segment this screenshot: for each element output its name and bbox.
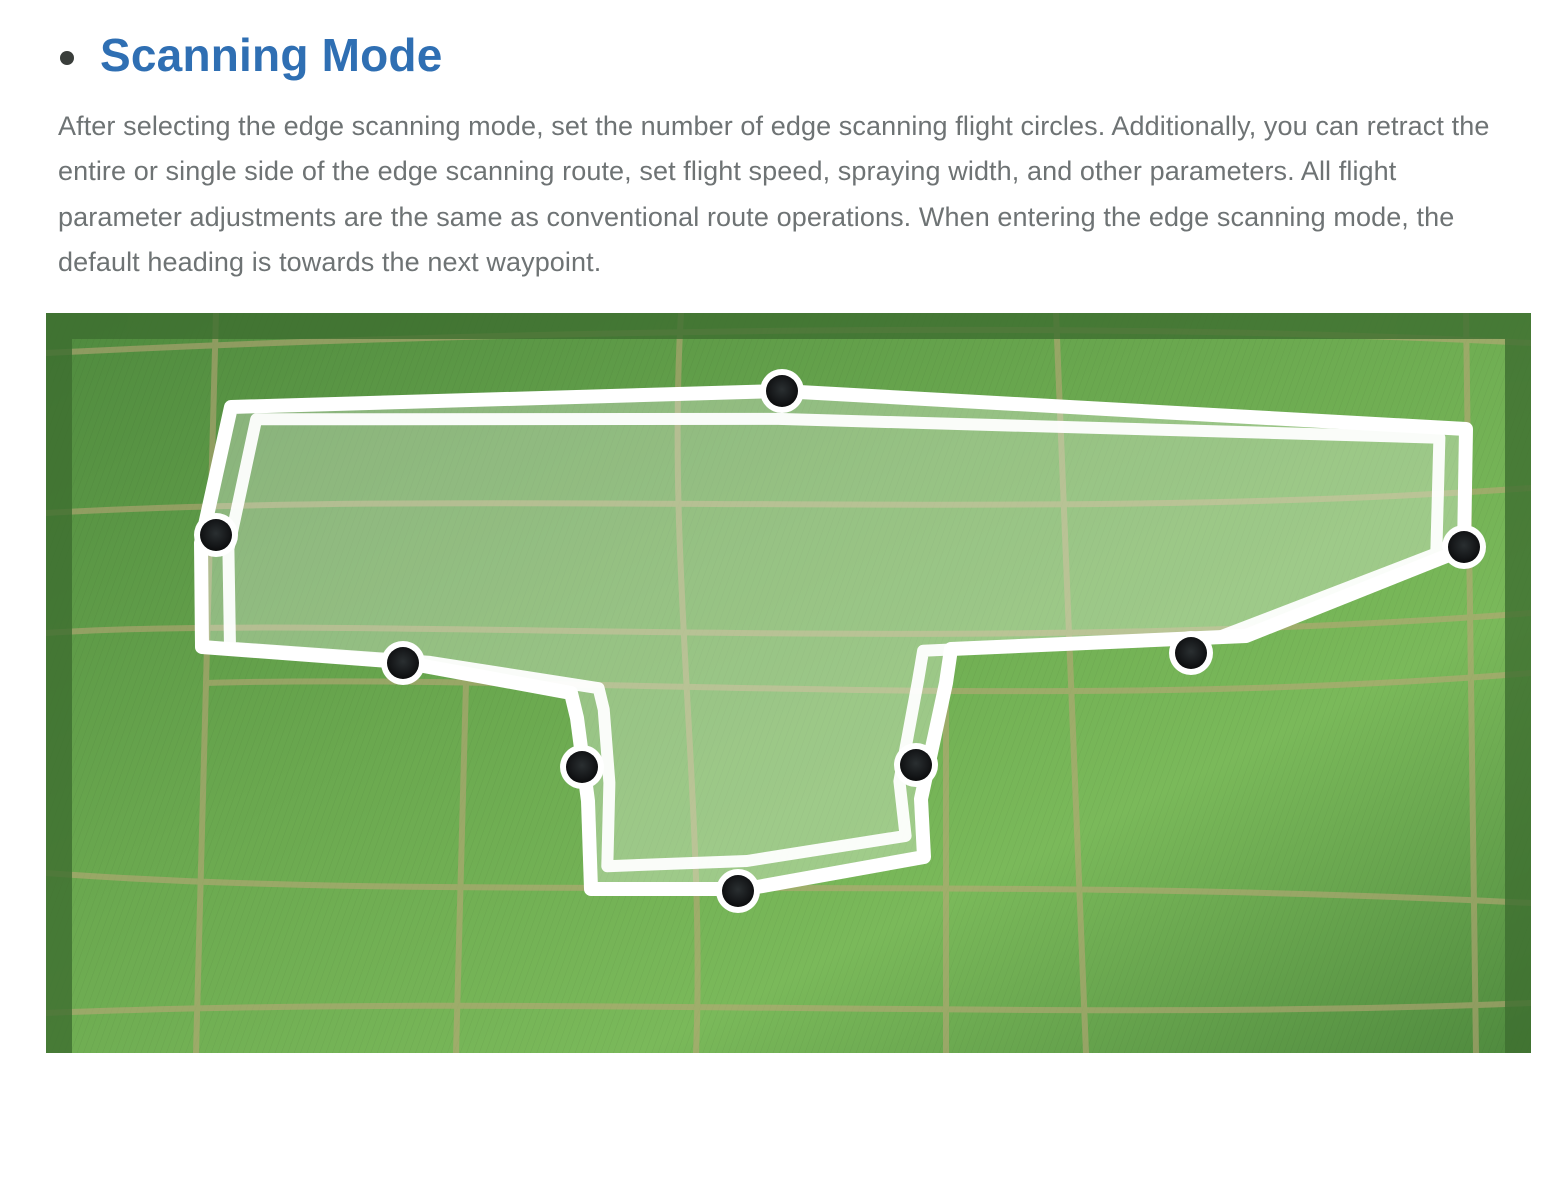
section-title: Scanning Mode — [100, 28, 443, 82]
bullet-icon — [60, 51, 74, 65]
waypoint-marker-core — [900, 749, 932, 781]
waypoint-marker-core — [722, 875, 754, 907]
waypoint-marker-core — [566, 751, 598, 783]
scanning-mode-figure — [46, 313, 1531, 1053]
section-heading-row: Scanning Mode — [60, 28, 1517, 82]
page: Scanning Mode After selecting the edge s… — [0, 0, 1567, 1103]
waypoint-marker-core — [1448, 531, 1480, 563]
waypoint-marker-core — [1175, 637, 1207, 669]
section-body-text: After selecting the edge scanning mode, … — [58, 104, 1511, 285]
waypoint-marker-core — [200, 519, 232, 551]
waypoint-marker-core — [387, 647, 419, 679]
figure-svg — [46, 313, 1531, 1053]
waypoint-marker-core — [766, 375, 798, 407]
